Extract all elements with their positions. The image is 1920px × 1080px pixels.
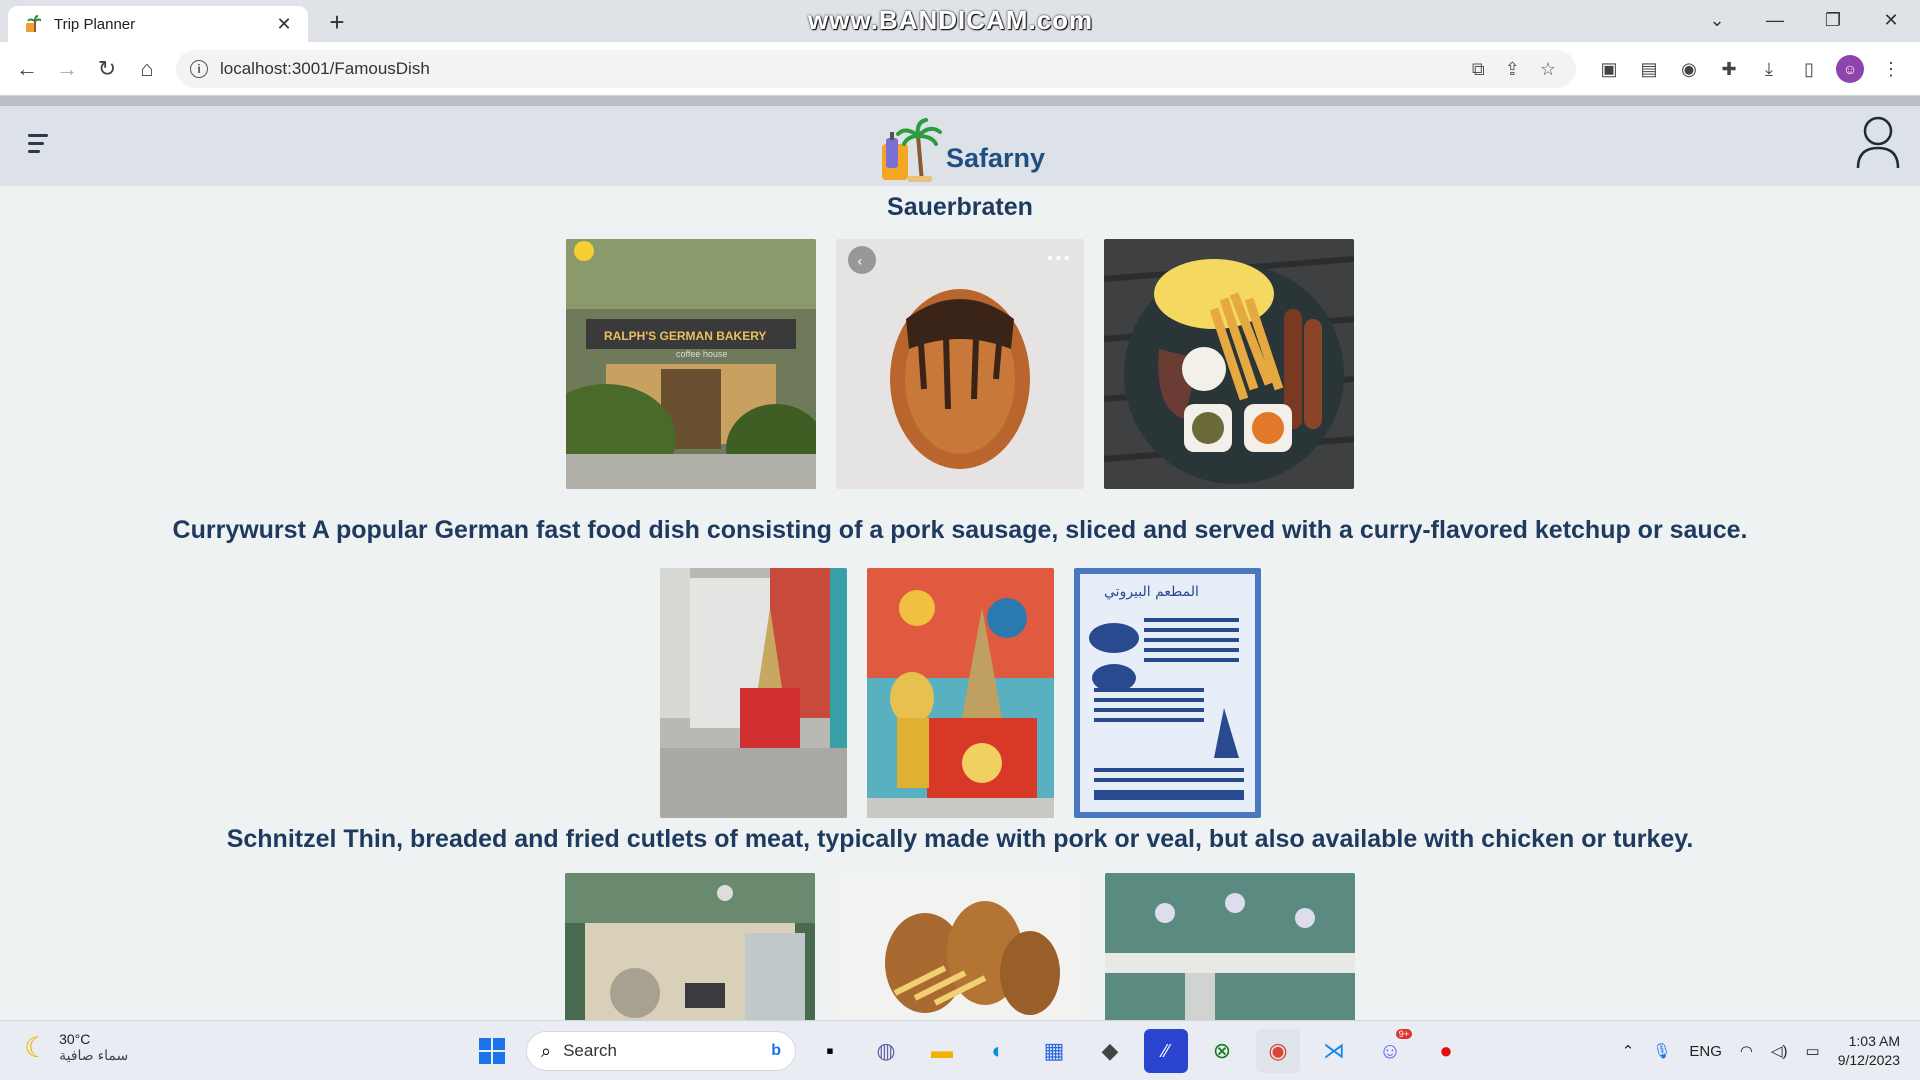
taskbar-search-box[interactable]: ⌕ Search b — [526, 1031, 796, 1071]
browser-tab[interactable]: Trip Planner ✕ — [8, 6, 308, 42]
home-button[interactable]: ⌂ — [130, 52, 164, 86]
back-button[interactable]: ← — [10, 52, 44, 86]
store-icon[interactable]: ▦ — [1032, 1029, 1076, 1073]
download-icon[interactable]: ⤓ — [1756, 56, 1782, 82]
clock-date: 9/12/2023 — [1837, 1052, 1900, 1068]
famous-dish-content: Sauerbraten RALPH'S GERMAN BAKERY coffee… — [0, 186, 1920, 1020]
address-bar[interactable]: i localhost:3001/FamousDish ⧉ ⇪ ☆ — [176, 50, 1576, 88]
puzzle-icon[interactable]: ✚ — [1716, 56, 1742, 82]
minimize-button[interactable]: — — [1746, 0, 1804, 40]
reload-button[interactable]: ↻ — [90, 52, 124, 86]
new-tab-button[interactable]: + — [322, 8, 352, 38]
page-top-divider — [0, 96, 1920, 106]
xbox-icon[interactable]: ⊗ — [1200, 1029, 1244, 1073]
tab-search-chevron-icon[interactable]: ⌄ — [1688, 0, 1746, 40]
app-icon-blue[interactable]: ⁄⁄ — [1144, 1029, 1188, 1073]
restore-button[interactable]: ❐ — [1804, 0, 1862, 40]
weather-widget[interactable]: ☾ 30°C سماء صافية — [24, 1031, 128, 1064]
recording-watermark: www.BANDICAM.com — [808, 5, 1094, 35]
task-view-icon[interactable]: ▪ — [808, 1029, 852, 1073]
extension-icon-2[interactable]: ▤ — [1636, 56, 1662, 82]
search-label: Search — [563, 1041, 617, 1060]
windows-start-icon[interactable] — [470, 1029, 514, 1073]
dish-title-sauerbraten: Sauerbraten — [887, 193, 1033, 221]
site-info-icon[interactable]: i — [190, 60, 208, 78]
speaker-icon[interactable]: ◁) — [1771, 1042, 1788, 1060]
bakery-sign-text: RALPH'S GERMAN BAKERY — [604, 329, 766, 343]
suitcase-palm-icon — [878, 118, 942, 184]
fried-chicken-image — [835, 873, 1085, 1020]
restaurant-menu-image: المطعم البيروتي — [1073, 568, 1261, 818]
bandicam-record-icon[interactable]: ● — [1424, 1029, 1468, 1073]
cafe-interior-image — [565, 873, 815, 1020]
search-icon: ⌕ — [541, 1040, 552, 1061]
taskbar-apps: ⌕ Search b ▪ ◍ ▬ ◐ ▦ ◆ ⁄⁄ ⊗ ◉ ⋊ ☺ 9+ ● — [470, 1029, 1468, 1073]
share-icon[interactable]: ⇪ — [1505, 59, 1520, 80]
dish-images-row-1: RALPH'S GERMAN BAKERY coffee house ‹ ••• — [0, 239, 1920, 489]
dish-title-schnitzel: Schnitzel Thin, breaded and fried cutlet… — [226, 825, 1694, 853]
tab-title: Trip Planner — [54, 15, 136, 33]
microphone-icon[interactable]: 🎙 — [1652, 1042, 1671, 1060]
close-window-button[interactable]: ✕ — [1862, 0, 1920, 40]
dish-images-row-2: المطعم البيروتي — [0, 568, 1920, 818]
menu-kebab-icon[interactable]: ⋮ — [1878, 56, 1904, 82]
open-in-app-icon[interactable]: ⧉ — [1472, 59, 1485, 80]
brand-name: Safarny — [946, 143, 1046, 173]
discord-icon[interactable]: ☺ 9+ — [1368, 1029, 1412, 1073]
taskbar-clock[interactable]: 1:03 AM 9/12/2023 — [1838, 1032, 1900, 1070]
weather-temperature: 30°C — [59, 1031, 91, 1047]
vscode-icon[interactable]: ⋊ — [1312, 1029, 1356, 1073]
moon-icon: ☾ — [24, 1032, 50, 1063]
chocolate-pastry-image: ‹ ••• — [836, 239, 1084, 489]
hamburger-menu-icon[interactable] — [28, 134, 52, 158]
bakery-storefront-image: RALPH'S GERMAN BAKERY coffee house — [566, 239, 816, 489]
window-controls: ⌄ — ❐ ✕ — [1688, 0, 1920, 40]
profile-avatar[interactable]: ☺ — [1836, 55, 1864, 83]
extensions-area: ▣ ▤ ◉ ✚ ⤓ ▯ ☺ ⋮ — [1596, 52, 1904, 86]
system-tray: ⌃ 🎙 ENG ◠ ◁) ▭ 1:03 AM 9/12/2023 — [1622, 1029, 1900, 1073]
extension-icon[interactable]: ▣ — [1596, 56, 1622, 82]
german-breakfast-plate-image — [1104, 239, 1354, 489]
svg-text:•••: ••• — [1046, 251, 1071, 267]
dish-title-currywurst: Currywurst A popular German fast food di… — [172, 516, 1748, 544]
chevron-up-icon[interactable]: ⌃ — [1622, 1042, 1635, 1060]
browser-toolbar: ← → ↻ ⌂ i localhost:3001/FamousDish ⧉ ⇪ … — [0, 42, 1920, 96]
battery-icon[interactable]: ▭ — [1806, 1042, 1820, 1060]
restaurant-interior-lantern-image — [659, 568, 847, 818]
wifi-icon[interactable]: ◠ — [1740, 1042, 1753, 1060]
app-header: Safarny — [0, 106, 1920, 186]
weather-description: سماء صافية — [59, 1047, 129, 1063]
app-icon-dark[interactable]: ◆ — [1088, 1029, 1132, 1073]
close-tab-icon[interactable]: ✕ — [274, 14, 294, 35]
discord-badge: 9+ — [1395, 1029, 1412, 1039]
clock-time: 1:03 AM — [1848, 1033, 1900, 1049]
menu-title-text: المطعم البيروتي — [1104, 584, 1199, 600]
bookmark-star-icon[interactable]: ☆ — [1540, 59, 1556, 80]
extension-icon-3[interactable]: ◉ — [1676, 56, 1702, 82]
palm-tree-icon — [22, 14, 42, 34]
chrome-icon[interactable]: ◉ — [1256, 1029, 1300, 1073]
chat-icon[interactable]: ◍ — [864, 1029, 908, 1073]
user-account-icon[interactable] — [1854, 114, 1902, 170]
browser-titlebar: Trip Planner ✕ + www.BANDICAM.com ⌄ — ❐ … — [0, 0, 1920, 42]
bakery-sub-text: coffee house — [676, 349, 727, 359]
brand-logo[interactable]: Safarny — [878, 108, 1045, 184]
file-explorer-icon[interactable]: ▬ — [920, 1029, 964, 1073]
svg-text:‹: ‹ — [857, 254, 863, 270]
url-text: localhost:3001/FamousDish — [220, 59, 430, 78]
edge-icon[interactable]: ◐ — [976, 1029, 1020, 1073]
windows-taskbar: ☾ 30°C سماء صافية ⌕ Search b ▪ ◍ ▬ ◐ ▦ ◆… — [0, 1020, 1920, 1080]
side-panel-icon[interactable]: ▯ — [1796, 56, 1822, 82]
language-indicator[interactable]: ENG — [1689, 1043, 1722, 1060]
bing-icon: b — [771, 1042, 781, 1059]
restaurant-ceiling-image — [1105, 873, 1355, 1020]
dish-images-row-3 — [0, 873, 1920, 1020]
forward-button[interactable]: → — [50, 52, 84, 86]
child-with-lantern-image — [866, 568, 1054, 818]
